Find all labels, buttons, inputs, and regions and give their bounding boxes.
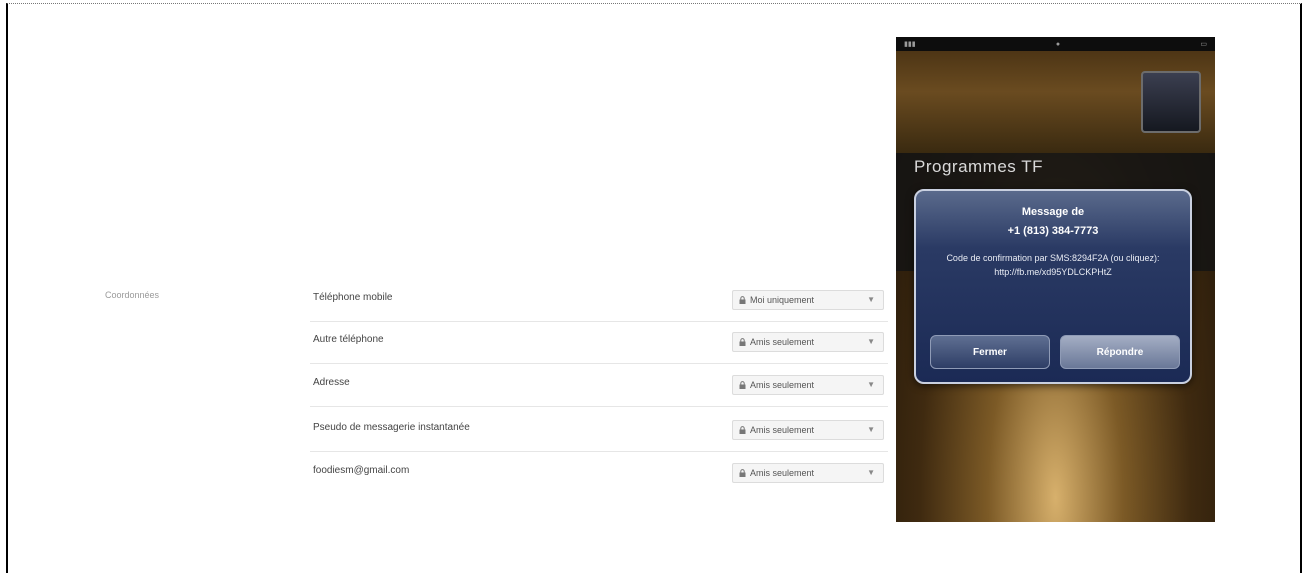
- field-label: Téléphone mobile: [313, 292, 393, 303]
- lock-icon: [739, 426, 746, 434]
- chevron-down-icon: ▼: [867, 468, 875, 477]
- background-title: Programmes TF: [914, 157, 1043, 176]
- signal-icon: ▮▮▮: [904, 41, 916, 48]
- chevron-down-icon: ▼: [867, 425, 875, 434]
- privacy-selector[interactable]: Amis seulement ▼: [732, 332, 884, 352]
- lock-icon: [739, 296, 746, 304]
- privacy-selector[interactable]: Moi uniquement ▼: [732, 290, 884, 310]
- contact-row: foodiesm@gmail.com Amis seulement ▼: [310, 463, 888, 503]
- privacy-selector[interactable]: Amis seulement ▼: [732, 375, 884, 395]
- podcast-artwork: [1141, 71, 1201, 133]
- phone-screenshot: ▮▮▮ ● ▭ Programmes TF Message de +1 (813…: [896, 37, 1215, 522]
- privacy-selector[interactable]: Amis seulement ▼: [732, 463, 884, 483]
- field-label: Adresse: [313, 377, 350, 388]
- privacy-label: Amis seulement: [750, 380, 815, 390]
- lock-icon: [739, 469, 746, 477]
- lock-icon: [739, 338, 746, 346]
- contact-row: Adresse Amis seulement ▼: [310, 375, 888, 415]
- alert-sender: +1 (813) 384-7773: [1007, 225, 1099, 237]
- privacy-selector[interactable]: Amis seulement ▼: [732, 420, 884, 440]
- row-divider: [310, 406, 888, 407]
- privacy-label: Amis seulement: [750, 337, 815, 347]
- contact-row: Pseudo de messagerie instantanée Amis se…: [310, 420, 888, 460]
- row-divider: [310, 321, 888, 322]
- sms-alert: Message de +1 (813) 384-7773 Code de con…: [914, 189, 1192, 384]
- chevron-down-icon: ▼: [867, 337, 875, 346]
- reply-button[interactable]: Répondre: [1060, 335, 1180, 369]
- battery-icon: ▭: [1200, 41, 1207, 48]
- contact-row: Autre téléphone Amis seulement ▼: [310, 332, 888, 372]
- status-bar: ▮▮▮ ● ▭: [896, 37, 1215, 51]
- alert-body: Code de confirmation par SMS:8294F2A (ou…: [946, 253, 1160, 277]
- field-label: Pseudo de messagerie instantanée: [313, 422, 470, 433]
- privacy-label: Moi uniquement: [750, 295, 815, 305]
- chevron-down-icon: ▼: [867, 295, 875, 304]
- clock-icon: ●: [1055, 40, 1061, 48]
- close-button[interactable]: Fermer: [930, 335, 1050, 369]
- field-label: foodiesm@gmail.com: [313, 465, 410, 476]
- section-label: Coordonnées: [105, 290, 160, 300]
- alert-title: Message de: [1021, 206, 1085, 218]
- contact-row: Téléphone mobile Moi uniquement ▼: [310, 290, 888, 330]
- row-divider: [310, 363, 888, 364]
- lock-icon: [739, 381, 746, 389]
- privacy-label: Amis seulement: [750, 425, 815, 435]
- privacy-label: Amis seulement: [750, 468, 815, 478]
- row-divider: [310, 451, 888, 452]
- field-label: Autre téléphone: [313, 334, 384, 345]
- chevron-down-icon: ▼: [867, 380, 875, 389]
